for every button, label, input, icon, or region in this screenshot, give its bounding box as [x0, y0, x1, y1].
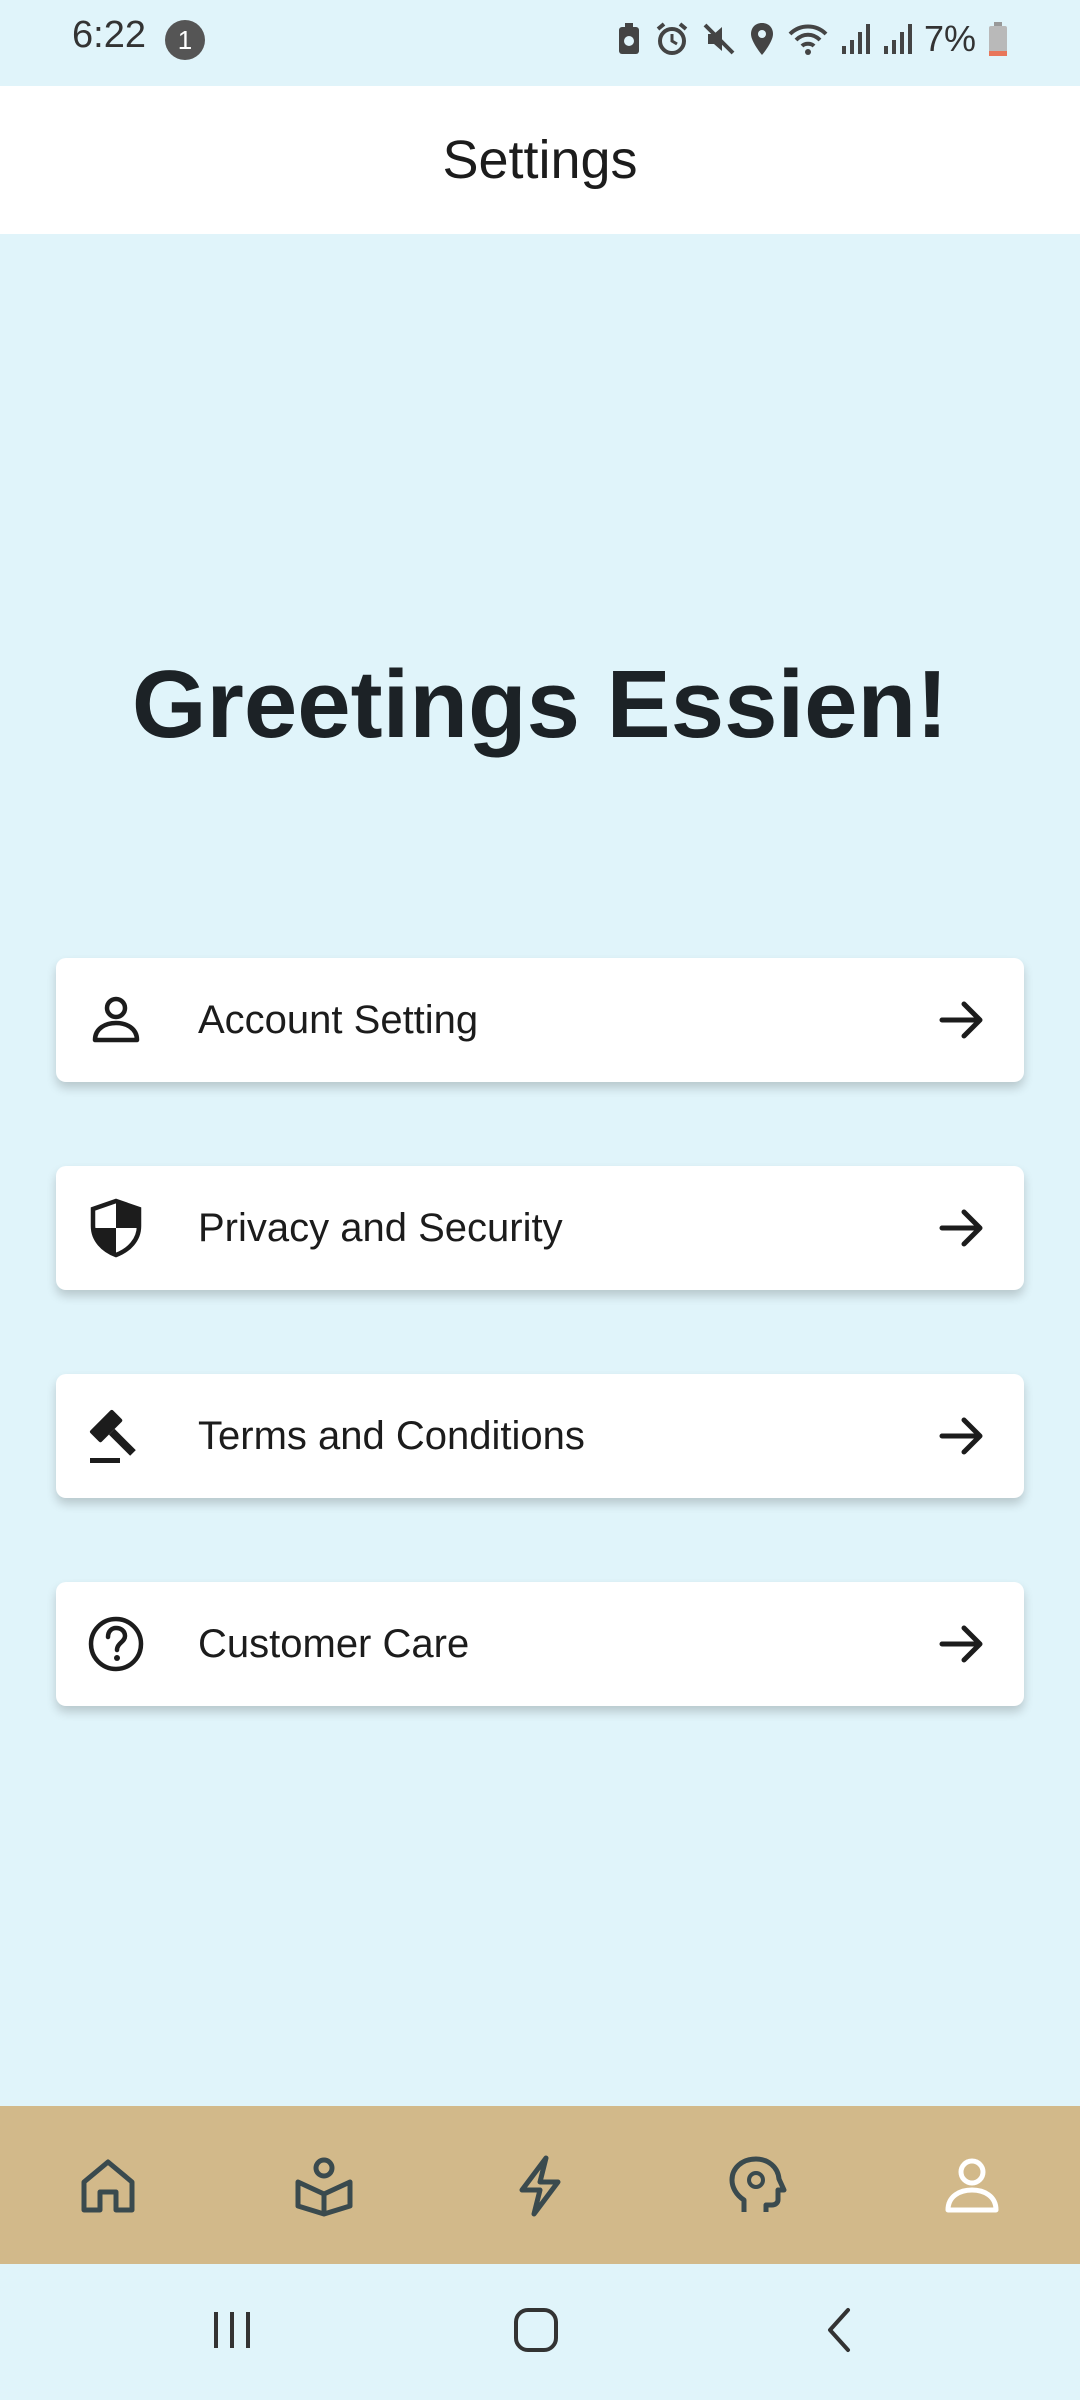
status-time: 6:22 [72, 14, 146, 56]
arrow-right-icon [939, 1209, 983, 1247]
help-circle-icon [88, 1616, 144, 1672]
home-icon[interactable] [76, 2154, 140, 2218]
battery-percent: 7% [923, 18, 976, 59]
home-button-icon[interactable] [512, 2306, 560, 2354]
mind-icon[interactable] [724, 2154, 788, 2218]
back-icon[interactable] [816, 2306, 864, 2354]
terms-conditions-item[interactable]: Terms and Conditions [56, 1374, 1024, 1498]
system-nav-bar [0, 2264, 1080, 2400]
page-title: Settings [442, 130, 638, 190]
gavel-icon [89, 1409, 136, 1463]
mute-icon [703, 23, 735, 55]
bottom-nav [0, 2106, 1080, 2264]
signal-icon [883, 24, 912, 54]
arrow-right-icon [939, 1001, 983, 1039]
learn-icon[interactable] [292, 2154, 356, 2218]
customer-care-item[interactable]: Customer Care [56, 1582, 1024, 1706]
alarm-icon [656, 22, 688, 55]
battery-saver-icon [618, 23, 639, 54]
battery-icon [989, 22, 1007, 56]
status-bar: 6:22 1 7% [0, 0, 1080, 86]
terms-conditions-label: Terms and Conditions [198, 1413, 585, 1458]
account-setting-item[interactable]: Account Setting [56, 958, 1024, 1082]
profile-icon[interactable] [940, 2154, 1004, 2218]
account-setting-label: Account Setting [198, 997, 479, 1042]
recent-apps-icon[interactable] [208, 2306, 256, 2354]
shield-icon [90, 1198, 142, 1258]
location-icon [750, 23, 773, 55]
arrow-right-icon [939, 1625, 983, 1663]
status-icons: 7% [616, 14, 1008, 64]
person-icon [92, 996, 140, 1043]
app-bar: Settings [0, 86, 1080, 234]
privacy-security-label: Privacy and Security [198, 1205, 563, 1250]
greeting-heading: Greetings Essien! [131, 651, 949, 758]
notification-badge: 1 [165, 20, 205, 60]
signal-icon [841, 24, 870, 54]
privacy-security-item[interactable]: Privacy and Security [56, 1166, 1024, 1290]
arrow-right-icon [939, 1417, 983, 1455]
lightning-icon[interactable] [508, 2154, 572, 2218]
customer-care-label: Customer Care [198, 1621, 470, 1666]
wifi-icon [788, 24, 828, 55]
